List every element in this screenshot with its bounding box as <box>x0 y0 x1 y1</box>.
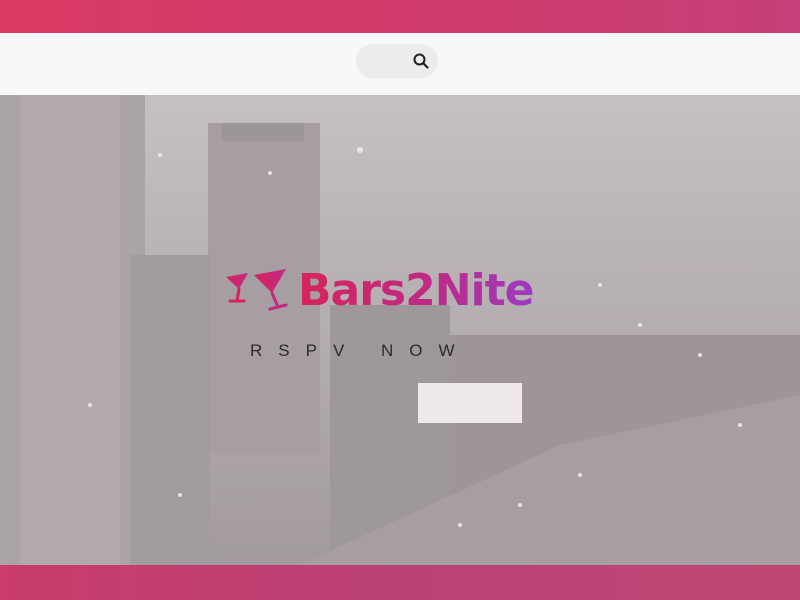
search-icon[interactable] <box>412 52 430 70</box>
cocktail-glasses-icon <box>226 269 288 311</box>
brand-name: Bars2Nite <box>298 260 535 322</box>
brand-logo[interactable]: Bars2Nite <box>224 260 544 322</box>
search-button[interactable] <box>356 44 438 78</box>
bottom-accent-bar <box>0 565 800 600</box>
top-accent-bar <box>0 0 800 33</box>
hero-overlay <box>0 95 800 565</box>
tagline: RSPV NOW <box>250 341 471 360</box>
hero-banner: Bars2Nite RSPV NOW <box>0 95 800 565</box>
header <box>0 33 800 95</box>
